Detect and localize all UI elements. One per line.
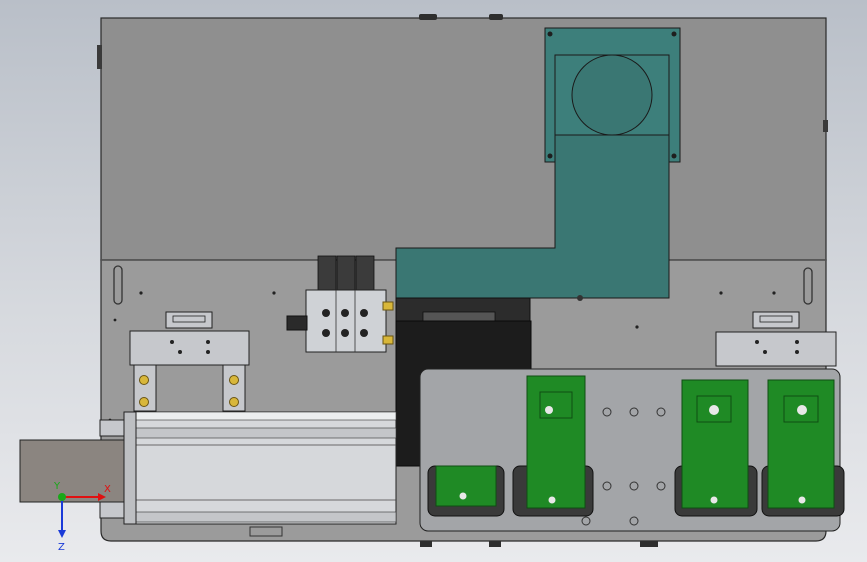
pcb-module bbox=[761, 379, 845, 517]
z-axis-label: Z bbox=[58, 542, 65, 553]
x-axis-label: X bbox=[104, 484, 111, 495]
y-axis-label: Y bbox=[53, 481, 61, 492]
pcb-module bbox=[427, 465, 505, 517]
cad-viewport[interactable]: X Y Z bbox=[0, 0, 867, 562]
linear-actuator bbox=[19, 411, 397, 525]
upper-base-plate bbox=[97, 14, 828, 261]
pcb-module bbox=[674, 379, 758, 517]
